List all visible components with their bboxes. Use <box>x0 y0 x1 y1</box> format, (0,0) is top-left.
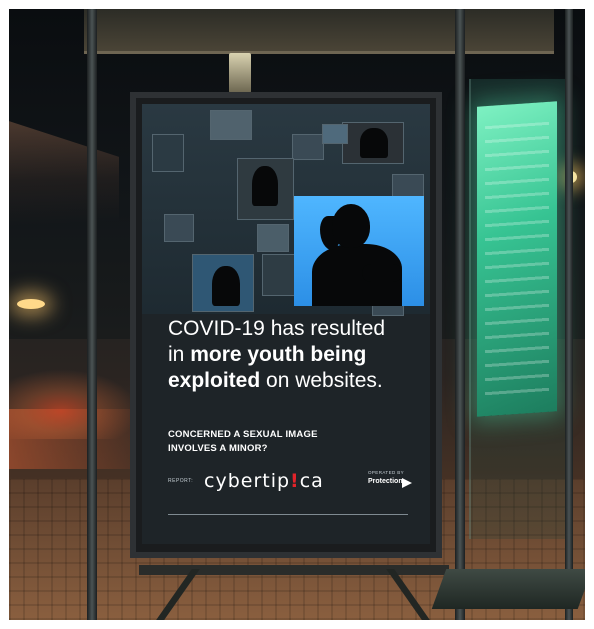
illuminated-sign <box>477 101 557 417</box>
shelter-roof <box>84 9 554 54</box>
poster-divider <box>168 514 408 515</box>
street-lamp <box>17 299 45 309</box>
bench <box>431 569 585 609</box>
collage-tile <box>322 124 348 144</box>
sponsor-logo: Protection <box>368 478 403 485</box>
shelter-post <box>565 9 573 620</box>
report-row: REPORT: cybertip!ca OPERATED BY Protecti… <box>168 470 418 492</box>
sponsor-label: OPERATED BY <box>368 470 405 475</box>
youth-silhouette <box>360 128 388 158</box>
logo-exclamation: ! <box>290 470 300 492</box>
collage-tile <box>292 134 324 160</box>
collage-tile <box>257 224 289 252</box>
headline-line: exploited on websites. <box>168 368 418 394</box>
poster-base <box>139 565 449 575</box>
logo-text: cybertip <box>204 470 291 492</box>
headline-line: COVID-19 has resulted <box>168 317 386 340</box>
street-light-glow <box>9 369 139 439</box>
collage-tile <box>152 134 184 172</box>
question-line: CONCERNED A SEXUAL IMAGE <box>168 429 318 440</box>
sponsor-arrow-icon <box>402 478 412 488</box>
shelter-post <box>87 9 97 620</box>
headline-emphasis: exploited <box>168 369 261 392</box>
photo-collage <box>142 104 430 316</box>
youth-silhouette <box>252 166 278 206</box>
advertisement-poster: COVID-19 has resulted in more youth bein… <box>142 104 430 544</box>
collage-tile <box>392 174 424 198</box>
girl-silhouette-head <box>332 204 370 248</box>
roof-light <box>229 53 251 93</box>
logo-text: ca <box>299 470 324 492</box>
poster-headline: COVID-19 has resulted in more youth bein… <box>168 316 418 394</box>
shelter-post <box>455 9 465 620</box>
collage-tile <box>164 214 194 242</box>
report-label: REPORT: <box>168 478 194 484</box>
cybertip-logo: cybertip!ca <box>204 470 324 492</box>
youth-silhouette <box>212 266 240 306</box>
question-line: INVOLVES A MINOR? <box>168 443 268 454</box>
headline-emphasis: more youth being <box>190 343 367 366</box>
headline-line: in more youth being <box>168 342 418 368</box>
collage-tile <box>210 110 252 140</box>
girl-silhouette-arm <box>362 264 402 282</box>
headline-text: on websites. <box>260 369 383 392</box>
poster-question: CONCERNED A SEXUAL IMAGE INVOLVES A MINO… <box>168 428 368 456</box>
headline-text: in <box>168 343 191 366</box>
